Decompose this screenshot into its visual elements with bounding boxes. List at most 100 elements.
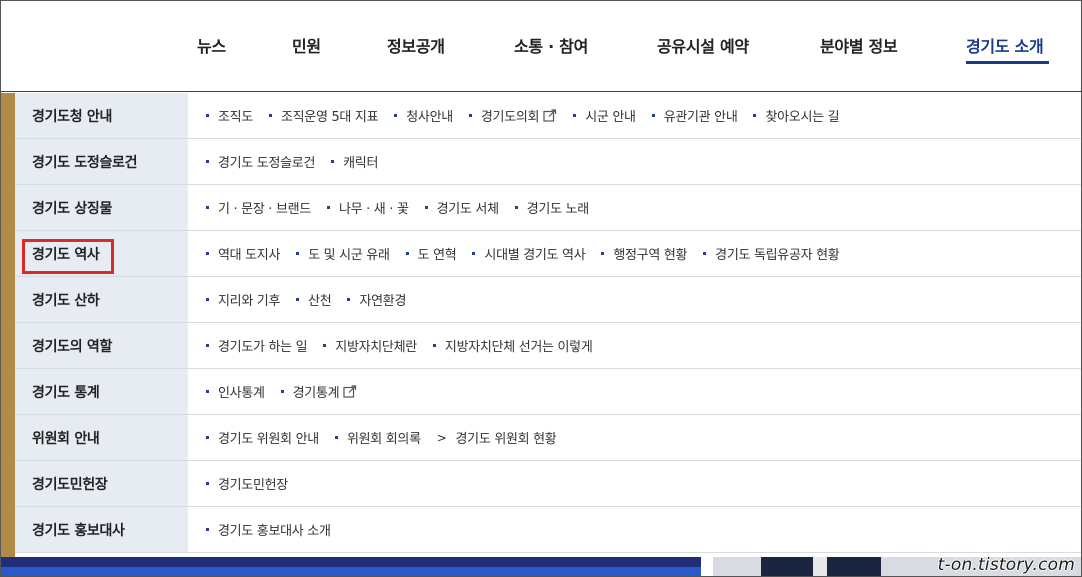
square-bullet-icon xyxy=(296,252,300,255)
nav-communication[interactable]: 소통 · 참여 xyxy=(514,33,588,57)
menu-link-label: 도 및 시군 유래 xyxy=(308,248,390,263)
menu-link[interactable]: 조직도 xyxy=(206,106,253,125)
menu-links: 경기도가 하는 일 지방자치단체란 지방자치단체 선거는 이렇게 xyxy=(188,323,1081,368)
square-bullet-icon xyxy=(206,344,209,347)
menu-link[interactable]: 자연환경 xyxy=(347,290,406,309)
square-bullet-icon xyxy=(331,160,335,163)
nav-about-gyeonggi[interactable]: 경기도 소개 xyxy=(966,33,1044,57)
nav-info-disclosure[interactable]: 정보공개 xyxy=(387,33,445,57)
menu-category[interactable]: 경기도 도정슬로건 xyxy=(15,139,188,184)
menu-category[interactable]: 경기도 산하 xyxy=(15,277,188,322)
menu-link[interactable]: 역대 도지사 xyxy=(206,244,280,263)
menu-link[interactable]: 경기도 독립유공자 현황 xyxy=(703,244,840,263)
menu-link[interactable]: 경기도 노래 xyxy=(514,198,589,217)
menu-link[interactable]: 유관기관 안내 xyxy=(651,106,738,125)
menu-link[interactable]: 경기도의회 xyxy=(468,106,557,125)
menu-links: 경기도 홍보대사 소개 xyxy=(188,507,1081,552)
top-navigation: 뉴스 민원 정보공개 소통 · 참여 공유시설 예약 분야별 정보 경기도 소개 xyxy=(1,1,1081,92)
menu-link[interactable]: 지방자치단체 선거는 이렇게 xyxy=(432,336,593,355)
photo-shirt xyxy=(813,557,827,576)
square-bullet-icon xyxy=(334,436,338,439)
menu-link-label: 행정구역 현황 xyxy=(613,248,688,263)
menu-link[interactable]: 경기도 위원회 안내 xyxy=(206,428,319,447)
menu-link-label: 도 연혁 xyxy=(417,248,457,263)
menu-category[interactable]: 경기도청 안내 xyxy=(15,93,188,138)
menu-category[interactable]: 경기도 상징물 xyxy=(15,185,188,230)
square-bullet-icon xyxy=(206,482,209,485)
banner-blue-bar xyxy=(1,567,701,576)
square-bullet-icon xyxy=(206,252,209,255)
menu-link[interactable]: 조직운영 5대 지표 xyxy=(268,106,379,125)
menu-link-label: 시군 안내 xyxy=(585,110,636,125)
menu-category[interactable]: 경기도 통계 xyxy=(15,369,188,414)
menu-link[interactable]: 청사안내 xyxy=(394,106,453,125)
menu-category[interactable]: 위원회 안내 xyxy=(15,415,188,460)
square-bullet-icon xyxy=(268,114,272,117)
nav-facility-reservation[interactable]: 공유시설 예약 xyxy=(657,33,749,57)
nav-civil-petition[interactable]: 민원 xyxy=(292,33,321,57)
square-bullet-icon xyxy=(651,114,655,117)
menu-link[interactable]: 행정구역 현황 xyxy=(601,244,687,263)
square-bullet-icon xyxy=(405,252,409,255)
square-bullet-icon xyxy=(206,528,209,531)
square-bullet-icon xyxy=(206,298,209,301)
menu-link[interactable]: 경기도 도정슬로건 xyxy=(206,152,315,171)
menu-row: 경기도청 안내 조직도 조직운영 5대 지표 청사안내 경기도의회 시군 안내 유관기관 안… xyxy=(15,93,1081,139)
square-bullet-icon xyxy=(753,114,757,117)
menu-link-label: 지방자치단체란 xyxy=(335,340,417,355)
square-bullet-icon xyxy=(347,298,351,301)
menu-link-label: 경기도민헌장 xyxy=(218,478,288,493)
menu-link[interactable]: 지방자치단체란 xyxy=(323,336,417,355)
chevron-right-icon: > xyxy=(436,430,447,445)
menu-link[interactable]: 찾아오시는 길 xyxy=(753,106,840,125)
menu-link[interactable]: 지리와 기후 xyxy=(206,290,280,309)
menu-link[interactable]: 나무 · 새 · 꽃 xyxy=(326,198,409,217)
menu-category[interactable]: 경기도민헌장 xyxy=(15,461,188,506)
menu-link-label: 청사안내 xyxy=(406,110,453,125)
menu-row: 경기도 도정슬로건 경기도 도정슬로건 캐릭터 xyxy=(15,139,1081,185)
menu-link[interactable]: 경기도민헌장 xyxy=(206,474,288,493)
square-bullet-icon xyxy=(468,114,472,117)
menu-link-label: 캐릭터 xyxy=(343,156,379,171)
watermark: t-on.tistory.com xyxy=(937,555,1075,575)
menu-link-label: 경기도 독립유공자 현황 xyxy=(715,248,840,263)
menu-links: 경기도 위원회 안내 위원회 회의록 > 경기도 위원회 현황 xyxy=(188,415,1081,460)
menu-link[interactable]: 산천 xyxy=(296,290,332,309)
menu-link[interactable]: 기 · 문장 · 브랜드 xyxy=(206,198,311,217)
menu-link-label: 자연환경 xyxy=(359,294,407,309)
menu-link-label: 지리와 기후 xyxy=(218,294,281,309)
menu-row: 경기도 통계 인사통계 경기통계 xyxy=(15,369,1081,415)
menu-category[interactable]: 경기도의 역할 xyxy=(15,323,188,368)
menu-link-label: 기 · 문장 · 브랜드 xyxy=(218,202,311,217)
menu-link-label: 인사통계 xyxy=(218,386,265,401)
menu-row: 경기도 역사 역대 도지사 도 및 시군 유래 도 연혁 시대별 경기도 역사 행정구역 … xyxy=(15,231,1081,277)
menu-link[interactable]: 경기도 서체 xyxy=(424,198,499,217)
menu-link[interactable]: 위원회 회의록 xyxy=(334,428,421,447)
external-link-icon xyxy=(543,109,557,122)
menu-link-label: 경기도 위원회 안내 xyxy=(218,432,319,447)
menu-link[interactable]: 시군 안내 xyxy=(573,106,636,125)
menu-row: 경기도의 역할 경기도가 하는 일 지방자치단체란 지방자치단체 선거는 이렇게 xyxy=(15,323,1081,369)
menu-link[interactable]: 경기도가 하는 일 xyxy=(206,336,308,355)
active-tab-indicator xyxy=(966,61,1049,64)
square-bullet-icon xyxy=(206,436,209,439)
nav-field-info[interactable]: 분야별 정보 xyxy=(820,33,898,57)
menu-links: 조직도 조직운영 5대 지표 청사안내 경기도의회 시군 안내 유관기관 안내 찾아오시는 … xyxy=(188,93,1081,138)
nav-news[interactable]: 뉴스 xyxy=(197,33,226,57)
square-bullet-icon xyxy=(206,206,209,209)
menu-link[interactable]: 경기도 홍보대사 소개 xyxy=(206,520,331,539)
menu-link[interactable]: > 경기도 위원회 현황 xyxy=(436,428,557,448)
menu-link[interactable]: 도 연혁 xyxy=(405,244,457,263)
menu-link-label: 시대별 경기도 역사 xyxy=(484,248,586,263)
menu-link[interactable]: 도 및 시군 유래 xyxy=(296,244,390,263)
menu-link[interactable]: 경기통계 xyxy=(280,382,358,401)
menu-link-label: 경기도 홍보대사 소개 xyxy=(218,524,331,539)
square-bullet-icon xyxy=(432,344,436,347)
menu-link[interactable]: 캐릭터 xyxy=(331,152,378,171)
menu-link[interactable]: 시대별 경기도 역사 xyxy=(472,244,586,263)
menu-category[interactable]: 경기도 홍보대사 xyxy=(15,507,188,552)
menu-link[interactable]: 인사통계 xyxy=(206,382,265,401)
menu-link-label: 지방자치단체 선거는 이렇게 xyxy=(444,340,593,355)
menu-link-label: 조직도 xyxy=(218,110,253,125)
menu-links: 경기도민헌장 xyxy=(188,461,1081,506)
